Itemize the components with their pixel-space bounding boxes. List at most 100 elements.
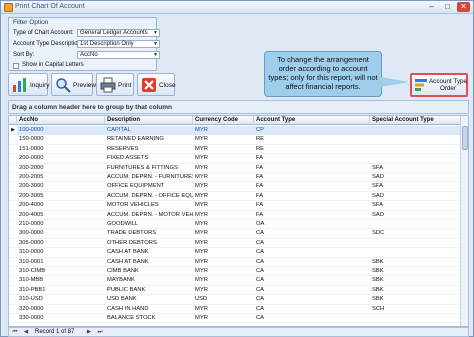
cell-currency-code[interactable]: MYR <box>193 182 254 191</box>
scrollbar-thumb[interactable] <box>462 126 468 150</box>
cell-account-type[interactable]: FA <box>254 211 370 220</box>
cell-description[interactable]: OFFICE EQUIPMENT <box>105 182 193 191</box>
cell-account-type[interactable]: FA <box>254 164 370 173</box>
cell-accno[interactable]: 150-0000 <box>17 135 105 144</box>
cell-currency-code[interactable]: MYR <box>193 220 254 229</box>
cell-currency-code[interactable]: MYR <box>193 258 254 267</box>
cell-currency-code[interactable]: MYR <box>193 211 254 220</box>
cell-currency-code[interactable]: MYR <box>193 248 254 257</box>
cell-account-type[interactable]: CA <box>254 314 370 323</box>
cell-account-type[interactable]: CA <box>254 276 370 285</box>
cell-account-type[interactable]: CA <box>254 258 370 267</box>
table-row[interactable]: 330-0000 BALANCE STOCK MYR CA <box>9 314 462 324</box>
table-row[interactable]: ▶ 100-0000 CAPITAL MYR CP <box>9 126 462 136</box>
table-row[interactable]: 200-4000 MOTOR VEHICLES MYR FA SFA <box>9 201 462 211</box>
cell-account-type[interactable]: CA <box>254 267 370 276</box>
print-button[interactable]: Print <box>96 73 134 96</box>
cell-description[interactable]: RETAINED EARNING <box>105 135 193 144</box>
cell-accno[interactable]: 310-0001 <box>17 258 105 267</box>
cell-special-account-type[interactable] <box>370 220 462 229</box>
cell-description[interactable]: ACCUM. DEPRN. - OFFICE EQUIPM... <box>105 192 193 201</box>
previous-record-icon[interactable]: ◀ <box>22 328 30 337</box>
cell-special-account-type[interactable]: SFA <box>370 164 462 173</box>
cell-accno[interactable]: 300-0000 <box>17 229 105 238</box>
table-row[interactable]: 210-0000 GOODWILL MYR OA <box>9 220 462 230</box>
cell-accno[interactable]: 200-2005 <box>17 173 105 182</box>
cell-description[interactable]: CAPITAL <box>105 126 193 135</box>
table-row[interactable]: 200-2005ACCUM. DEPRN. - FURNITURES & FI.… <box>9 173 462 183</box>
last-record-icon[interactable]: ⏭ <box>96 328 104 337</box>
cell-description[interactable]: CASH AT BANK <box>105 248 193 257</box>
cell-description[interactable]: FURNITURES & FITTINGS <box>105 164 193 173</box>
column-header-accno[interactable]: AccNo <box>17 116 105 125</box>
cell-accno[interactable]: 200-4005 <box>17 211 105 220</box>
cell-currency-code[interactable]: MYR <box>193 145 254 154</box>
cell-accno[interactable]: 310-PBB1 <box>17 286 105 295</box>
cell-description[interactable]: OTHER DEBTORS <box>105 239 193 248</box>
cell-description[interactable]: BALANCE STOCK <box>105 314 193 323</box>
cell-accno[interactable]: 305-0000 <box>17 239 105 248</box>
cell-description[interactable]: GOODWILL <box>105 220 193 229</box>
cell-special-account-type[interactable]: SBK <box>370 286 462 295</box>
inquiry-button[interactable]: Inquiry <box>8 73 50 96</box>
cell-special-account-type[interactable]: SFA <box>370 182 462 191</box>
maximize-icon[interactable]: □ <box>441 2 454 12</box>
cell-currency-code[interactable]: MYR <box>193 286 254 295</box>
cell-special-account-type[interactable] <box>370 248 462 257</box>
close-button[interactable]: Close <box>137 73 176 96</box>
table-row[interactable]: 200-2000 FURNITURES & FITTINGS MYR FA SFA <box>9 164 462 173</box>
table-row[interactable]: 310-MBB MAYBANK MYR CA SBK <box>9 276 462 286</box>
table-row[interactable]: 150-0000 RETAINED EARNING MYR RE <box>9 135 462 145</box>
cell-special-account-type[interactable] <box>370 126 462 135</box>
cell-description[interactable]: MOTOR VEHICLES <box>105 201 193 210</box>
cell-accno[interactable]: 320-0000 <box>17 305 105 314</box>
cell-account-type[interactable]: FA <box>254 182 370 191</box>
cell-special-account-type[interactable] <box>370 154 462 163</box>
cell-currency-code[interactable]: MYR <box>193 126 254 135</box>
cell-description[interactable]: CASH IN HAND <box>105 305 193 314</box>
cell-special-account-type[interactable] <box>370 145 462 154</box>
close-icon[interactable]: ✕ <box>457 2 470 12</box>
table-row[interactable]: 320-0000 CASH IN HAND MYR CA SCH <box>9 305 462 314</box>
column-header-special-account-type[interactable]: Special Account Type <box>370 116 462 125</box>
table-row[interactable]: 200-4005ACCUM. DEPRN. - MOTOR VEHICLESMY… <box>9 211 462 220</box>
first-record-icon[interactable]: ⏮ <box>11 328 19 337</box>
show-capital-letters-checkbox[interactable] <box>13 63 19 69</box>
cell-special-account-type[interactable]: SBK <box>370 295 462 304</box>
cell-currency-code[interactable]: USD <box>193 295 254 304</box>
column-header-description[interactable]: Description <box>105 116 193 125</box>
cell-currency-code[interactable]: MYR <box>193 192 254 201</box>
cell-accno[interactable]: 200-2000 <box>17 164 105 173</box>
cell-account-type[interactable]: CA <box>254 295 370 304</box>
cell-account-type[interactable]: CA <box>254 248 370 257</box>
table-row[interactable]: 310-PBB1 PUBLIC BANK MYR CA SBK <box>9 286 462 296</box>
cell-accno[interactable]: 310-0000 <box>17 248 105 257</box>
cell-accno[interactable]: 100-0000 <box>17 126 105 135</box>
cell-account-type[interactable]: RE <box>254 145 370 154</box>
cell-accno[interactable]: 200-3000 <box>17 182 105 191</box>
cell-accno[interactable]: 200-4000 <box>17 201 105 210</box>
cell-description[interactable]: TRADE DEBTORS <box>105 229 193 238</box>
preview-button[interactable]: Preview <box>51 73 96 96</box>
cell-account-type[interactable]: FA <box>254 192 370 201</box>
cell-description[interactable]: CIMB BANK <box>105 267 193 276</box>
cell-account-type[interactable]: CP <box>254 126 370 135</box>
cell-currency-code[interactable]: MYR <box>193 135 254 144</box>
vertical-scrollbar[interactable] <box>460 116 468 326</box>
table-row[interactable]: 310-0000 CASH AT BANK MYR CA <box>9 248 462 258</box>
cell-account-type[interactable]: CA <box>254 239 370 248</box>
cell-account-type[interactable]: RE <box>254 135 370 144</box>
cell-currency-code[interactable]: MYR <box>193 201 254 210</box>
cell-account-type[interactable]: FA <box>254 173 370 182</box>
cell-account-type[interactable]: CA <box>254 229 370 238</box>
cell-description[interactable]: ACCUM. DEPRN. - FURNITURES & FI... <box>105 173 193 182</box>
cell-accno[interactable]: 200-3005 <box>17 192 105 201</box>
cell-special-account-type[interactable] <box>370 314 462 323</box>
cell-special-account-type[interactable]: SBK <box>370 258 462 267</box>
cell-accno[interactable]: 310-USD <box>17 295 105 304</box>
cell-accno[interactable]: 210-0000 <box>17 220 105 229</box>
cell-special-account-type[interactable]: SAD <box>370 173 462 182</box>
table-row[interactable]: 310-USD USD BANK USD CA SBK <box>9 295 462 305</box>
cell-description[interactable]: PUBLIC BANK <box>105 286 193 295</box>
table-row[interactable]: 305-0000 OTHER DEBTORS MYR CA <box>9 239 462 249</box>
